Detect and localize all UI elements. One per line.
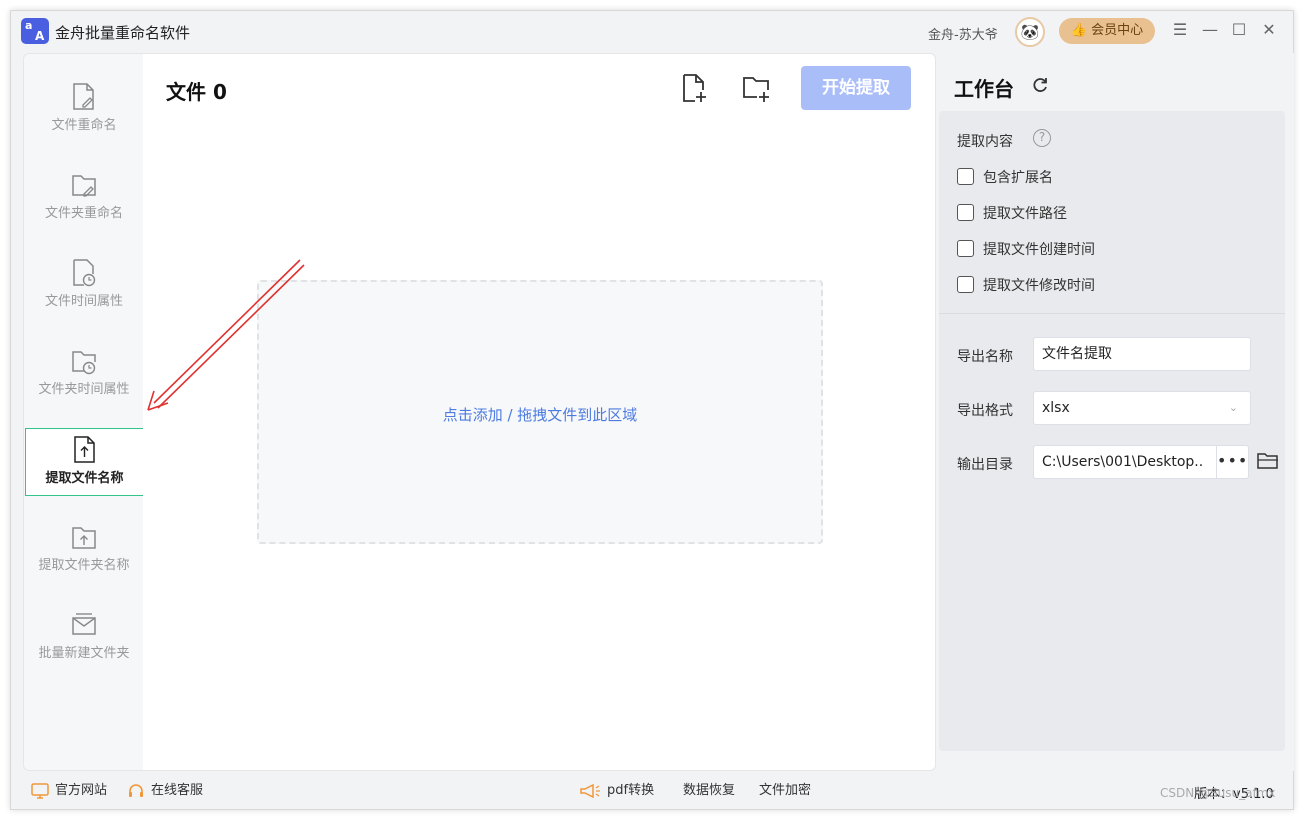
- pdf-convert-label: pdf转换: [607, 783, 655, 798]
- export-format-label: 导出格式: [957, 403, 1013, 419]
- extract-content-label: 提取内容: [957, 134, 1013, 150]
- user-name[interactable]: 金舟-苏大爷: [928, 24, 998, 43]
- refresh-icon[interactable]: [1030, 75, 1050, 95]
- checkbox[interactable]: [957, 168, 974, 185]
- sidebar-item-file-time[interactable]: 文件时间属性: [24, 258, 144, 326]
- sidebar-item-label: 文件重命名: [51, 118, 117, 133]
- app-logo-icon: a A: [21, 18, 49, 44]
- vip-center-label: 会员中心: [1091, 23, 1144, 38]
- folder-upload-icon: [72, 527, 96, 549]
- output-dir-input[interactable]: C:\Users\001\Desktop..: [1033, 445, 1217, 479]
- start-extract-button[interactable]: 开始提取: [801, 66, 911, 110]
- divider: [939, 313, 1285, 314]
- folder-clock-icon: [72, 351, 96, 375]
- megaphone-icon: [580, 783, 600, 798]
- thumb-up-icon: 👍: [1070, 23, 1088, 38]
- export-name-input[interactable]: 文件名提取: [1033, 337, 1251, 371]
- title-bar: a A 金舟批量重命名软件 金舟-苏大爷 🐼 👍 会员中心 ☰ — ☐ ✕: [11, 11, 1293, 51]
- sidebar-item-label: 文件夹时间属性: [38, 382, 130, 397]
- file-edit-icon: [73, 83, 94, 110]
- drop-zone-hint: 点击添加 / 拖拽文件到此区域: [442, 406, 638, 424]
- folder-open-icon[interactable]: [1257, 452, 1279, 470]
- minimize-icon[interactable]: —: [1201, 21, 1219, 39]
- browse-button[interactable]: •••: [1217, 445, 1249, 479]
- sidebar-item-extract-filename[interactable]: 提取文件名称: [25, 428, 144, 496]
- sidebar-item-label: 提取文件名称: [45, 471, 124, 486]
- help-icon[interactable]: ?: [1033, 129, 1051, 147]
- online-service-link[interactable]: 在线客服: [127, 777, 203, 811]
- close-icon[interactable]: ✕: [1260, 21, 1278, 39]
- official-site-link[interactable]: 官方网站: [31, 777, 107, 811]
- sidebar-item-label: 文件夹重命名: [44, 206, 123, 221]
- headset-icon: [129, 783, 143, 797]
- watermark: CSDN @Susu_afmx: [1160, 786, 1276, 800]
- file-clock-icon: [73, 259, 96, 287]
- output-dir-label: 输出目录: [957, 457, 1013, 473]
- workbench-panel: 工作台 提取内容 ? 包含扩展名 提取文件路径 提取文件创建时间 提取文件修改时…: [936, 53, 1294, 771]
- file-upload-icon: [73, 436, 95, 463]
- add-file-icon[interactable]: [679, 72, 709, 104]
- checkbox[interactable]: [957, 204, 974, 221]
- workbench-title: 工作台: [954, 77, 1014, 101]
- official-site-label: 官方网站: [55, 783, 108, 798]
- logo-letter-bottom: A: [35, 29, 45, 43]
- sidebar: 文件重命名 文件夹重命名 文件时间属性 文件夹时间属性 提取文件名称 提取文件夹…: [23, 53, 144, 771]
- footer-bar: 官方网站 在线客服 pdf转换 数据恢复 文件加密 版本：v5.1.0: [11, 777, 1293, 811]
- sidebar-item-label: 批量新建文件夹: [38, 646, 130, 661]
- file-encrypt-link[interactable]: 文件加密: [759, 777, 811, 811]
- folder-new-icon: [72, 613, 96, 635]
- checkbox[interactable]: [957, 276, 974, 293]
- export-format-value: xlsx: [1042, 400, 1070, 416]
- export-name-label: 导出名称: [957, 349, 1013, 365]
- app-title: 金舟批量重命名软件: [55, 24, 191, 42]
- panda-avatar-icon[interactable]: 🐼: [1015, 17, 1045, 47]
- file-count-title: 文件 0: [166, 80, 227, 104]
- file-drop-zone[interactable]: 点击添加 / 拖拽文件到此区域: [257, 280, 823, 544]
- option-label: 提取文件修改时间: [983, 278, 1095, 294]
- checkbox[interactable]: [957, 240, 974, 257]
- option-label: 提取文件创建时间: [983, 242, 1095, 258]
- sidebar-item-folder-rename[interactable]: 文件夹重命名: [24, 170, 144, 238]
- menu-icon[interactable]: ☰: [1171, 21, 1189, 39]
- sidebar-item-batch-new-folder[interactable]: 批量新建文件夹: [24, 610, 144, 678]
- online-service-label: 在线客服: [151, 783, 204, 798]
- option-label: 提取文件路径: [983, 206, 1067, 222]
- add-folder-icon[interactable]: [741, 72, 771, 104]
- chevron-down-icon: ⌄: [1228, 401, 1238, 414]
- app-window: a A 金舟批量重命名软件 金舟-苏大爷 🐼 👍 会员中心 ☰ — ☐ ✕ 文件…: [10, 10, 1294, 810]
- folder-edit-icon: [72, 175, 96, 197]
- monitor-icon: [31, 782, 49, 799]
- pdf-convert-link[interactable]: pdf转换: [579, 777, 654, 811]
- sidebar-item-label: 提取文件夹名称: [38, 558, 130, 573]
- main-panel: 文件 0 开始提取 点击添加 / 拖拽文件到此区域: [143, 53, 936, 771]
- sidebar-item-label: 文件时间属性: [44, 294, 123, 309]
- option-label: 包含扩展名: [983, 170, 1053, 186]
- export-format-select[interactable]: xlsx ⌄: [1033, 391, 1251, 425]
- sidebar-item-extract-foldername[interactable]: 提取文件夹名称: [24, 522, 144, 590]
- sidebar-item-folder-time[interactable]: 文件夹时间属性: [24, 346, 144, 414]
- logo-letter-top: a: [25, 19, 33, 32]
- workbench-settings-card: 提取内容 ? 包含扩展名 提取文件路径 提取文件创建时间 提取文件修改时间 导出…: [939, 111, 1285, 751]
- maximize-icon[interactable]: ☐: [1230, 21, 1248, 39]
- vip-center-button[interactable]: 👍 会员中心: [1059, 18, 1155, 44]
- sidebar-item-file-rename[interactable]: 文件重命名: [24, 82, 144, 150]
- data-recovery-link[interactable]: 数据恢复: [683, 777, 735, 811]
